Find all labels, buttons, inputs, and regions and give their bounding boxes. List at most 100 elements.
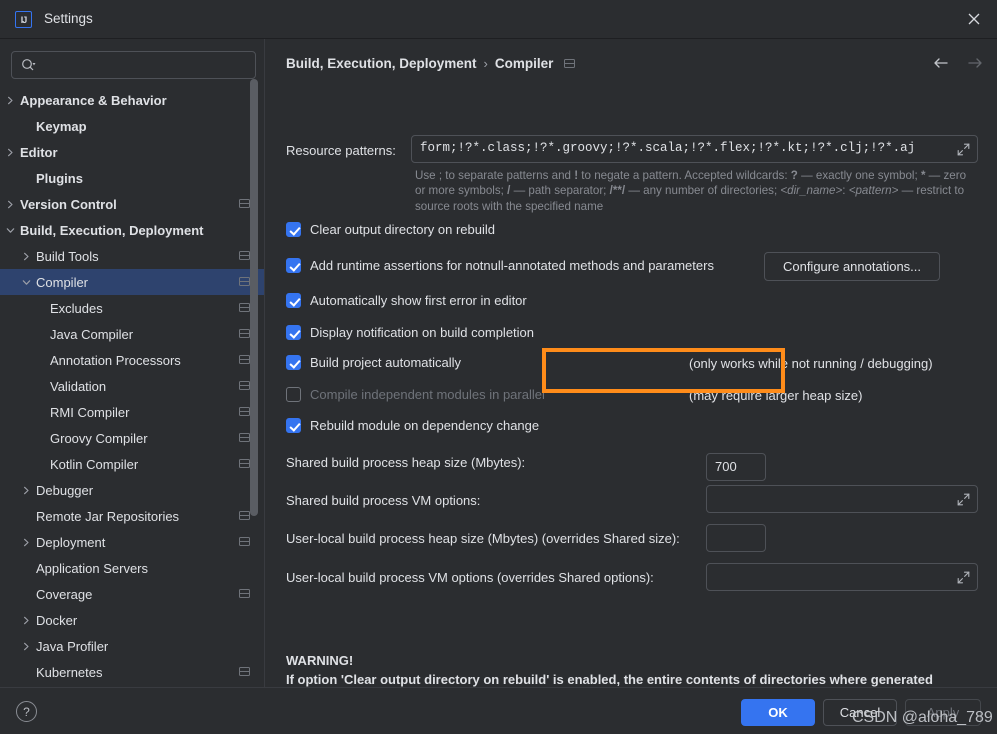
sidebar-item-build-execution-deployment[interactable]: Build, Execution, Deployment [0, 217, 264, 243]
copy-settings-icon[interactable] [239, 277, 250, 286]
sidebar-item-label: Groovy Compiler [50, 430, 148, 446]
breadcrumb-root[interactable]: Build, Execution, Deployment [286, 56, 477, 71]
checkbox-label: Compile independent modules in parallel [310, 387, 545, 402]
sidebar-item-kotlin-compiler[interactable]: Kotlin Compiler [0, 451, 264, 477]
sidebar-item-version-control[interactable]: Version Control [0, 191, 264, 217]
copy-settings-icon[interactable] [239, 303, 250, 312]
sidebar-item-label: Coverage [36, 586, 93, 602]
checkbox-display-notification-on-build-completion[interactable]: Display notification on build completion [286, 325, 534, 340]
sidebar-item-label: Remote Jar Repositories [36, 508, 180, 524]
configure-annotations-button[interactable]: Configure annotations... [764, 252, 940, 281]
copy-settings-icon[interactable] [239, 667, 250, 676]
checkbox-indicator[interactable] [286, 387, 301, 402]
chevron-right-icon[interactable] [4, 146, 16, 158]
sidebar-item-kubernetes[interactable]: Kubernetes [0, 659, 264, 685]
checkbox-build-project-automatically[interactable]: Build project automatically [286, 355, 461, 370]
checkbox-label: Build project automatically [310, 355, 462, 370]
search-input[interactable] [11, 51, 256, 79]
checkbox-indicator[interactable] [286, 355, 301, 370]
chevron-right-icon[interactable] [20, 250, 32, 262]
checkbox-rebuild-module-on-dependency-change[interactable]: Rebuild module on dependency change [286, 418, 539, 433]
expand-icon[interactable] [957, 571, 970, 584]
chevron-right-icon[interactable] [4, 198, 16, 210]
copy-settings-icon[interactable] [564, 59, 576, 68]
sidebar-item-remote-jar-repositories[interactable]: Remote Jar Repositories [0, 503, 264, 529]
copy-settings-icon[interactable] [239, 459, 250, 468]
copy-settings-icon[interactable] [239, 199, 250, 208]
copy-settings-icon[interactable] [239, 407, 250, 416]
checkbox-label: Clear output directory on rebuild [310, 222, 495, 237]
checkbox-label: Display notification on build completion [310, 325, 535, 340]
close-icon[interactable] [951, 0, 997, 38]
sidebar-item-editor[interactable]: Editor [0, 139, 264, 165]
expand-icon[interactable] [957, 143, 970, 156]
field-input-1[interactable] [706, 485, 978, 513]
sidebar-item-java-profiler[interactable]: Java Profiler [0, 633, 264, 659]
copy-settings-icon[interactable] [239, 355, 250, 364]
sidebar-item-java-compiler[interactable]: Java Compiler [0, 321, 264, 347]
field-input-2[interactable] [706, 524, 766, 552]
checkbox-clear-output-directory-on-rebuild[interactable]: Clear output directory on rebuild [286, 222, 495, 237]
sidebar-item-keymap[interactable]: Keymap [0, 113, 264, 139]
chevron-down-icon[interactable] [4, 224, 16, 236]
checkbox-indicator[interactable] [286, 325, 301, 340]
copy-settings-icon[interactable] [239, 589, 250, 598]
sidebar-item-groovy-compiler[interactable]: Groovy Compiler [0, 425, 264, 451]
sidebar-item-build-tools[interactable]: Build Tools [0, 243, 264, 269]
sidebar-scrollbar-thumb[interactable] [250, 79, 258, 516]
settings-main-panel: Build, Execution, Deployment › Compiler … [264, 39, 997, 706]
sidebar-item-appearance-behavior[interactable]: Appearance & Behavior [0, 87, 264, 113]
checkbox-indicator[interactable] [286, 293, 301, 308]
checkbox-add-runtime-assertions-for-notnull-annotated-methods-and-parameters[interactable]: Add runtime assertions for notnull-annot… [286, 258, 714, 273]
sidebar-item-deployment[interactable]: Deployment [0, 529, 264, 555]
sidebar-item-compiler[interactable]: Compiler [0, 269, 264, 295]
copy-settings-icon[interactable] [239, 537, 250, 546]
chevron-down-icon[interactable] [20, 276, 32, 288]
sidebar-item-label: Java Compiler [50, 326, 134, 342]
sidebar-item-rmi-compiler[interactable]: RMI Compiler [0, 399, 264, 425]
settings-sidebar: Appearance & Behavior Keymap Editor Plugins… [0, 39, 264, 687]
sidebar-item-label: Editor [20, 144, 58, 160]
expand-icon[interactable] [957, 493, 970, 506]
field-label-3: User-local build process VM options (ove… [286, 570, 654, 585]
sidebar-item-excludes[interactable]: Excludes [0, 295, 264, 321]
checkbox-label: Rebuild module on dependency change [310, 418, 540, 433]
checkbox-automatically-show-first-error-in-editor[interactable]: Automatically show first error in editor [286, 293, 527, 308]
copy-settings-icon[interactable] [239, 329, 250, 338]
resource-patterns-input[interactable]: form;!?*.class;!?*.groovy;!?*.scala;!?*.… [411, 135, 978, 163]
arrow-right-icon[interactable] [966, 54, 984, 72]
sidebar-item-application-servers[interactable]: Application Servers [0, 555, 264, 581]
copy-settings-icon[interactable] [239, 433, 250, 442]
sidebar-item-debugger[interactable]: Debugger [0, 477, 264, 503]
copy-settings-icon[interactable] [239, 251, 250, 260]
sidebar-item-validation[interactable]: Validation [0, 373, 264, 399]
checkbox-indicator[interactable] [286, 222, 301, 237]
arrow-left-icon[interactable] [932, 54, 950, 72]
checkbox-indicator[interactable] [286, 418, 301, 433]
settings-tree[interactable]: Appearance & Behavior Keymap Editor Plugins… [0, 87, 264, 687]
sidebar-item-coverage[interactable]: Coverage [0, 581, 264, 607]
sidebar-item-docker[interactable]: Docker [0, 607, 264, 633]
sidebar-scrollbar-track[interactable] [250, 39, 261, 639]
sidebar-item-annotation-processors[interactable]: Annotation Processors [0, 347, 264, 373]
field-input-3[interactable] [706, 563, 978, 591]
sidebar-item-plugins[interactable]: Plugins [0, 165, 264, 191]
search-box[interactable] [11, 51, 256, 79]
chevron-right-icon[interactable] [20, 640, 32, 652]
checkbox-indicator[interactable] [286, 258, 301, 273]
checkbox-compile-independent-modules-in-parallel[interactable]: Compile independent modules in parallel [286, 387, 545, 402]
ok-button[interactable]: OK [741, 699, 815, 726]
chevron-right-icon[interactable] [20, 536, 32, 548]
cancel-button[interactable]: Cancel [823, 699, 897, 726]
sidebar-item-label: Build, Execution, Deployment [20, 222, 204, 238]
field-input-0[interactable]: 700 [706, 453, 766, 481]
chevron-right-icon[interactable] [20, 614, 32, 626]
navigation-arrows [932, 54, 984, 72]
help-icon[interactable]: ? [16, 701, 37, 722]
copy-settings-icon[interactable] [239, 511, 250, 520]
sidebar-item-label: Docker [36, 612, 78, 628]
apply-button[interactable]: Apply [905, 699, 981, 726]
chevron-right-icon[interactable] [20, 484, 32, 496]
chevron-right-icon[interactable] [4, 94, 16, 106]
copy-settings-icon[interactable] [239, 381, 250, 390]
